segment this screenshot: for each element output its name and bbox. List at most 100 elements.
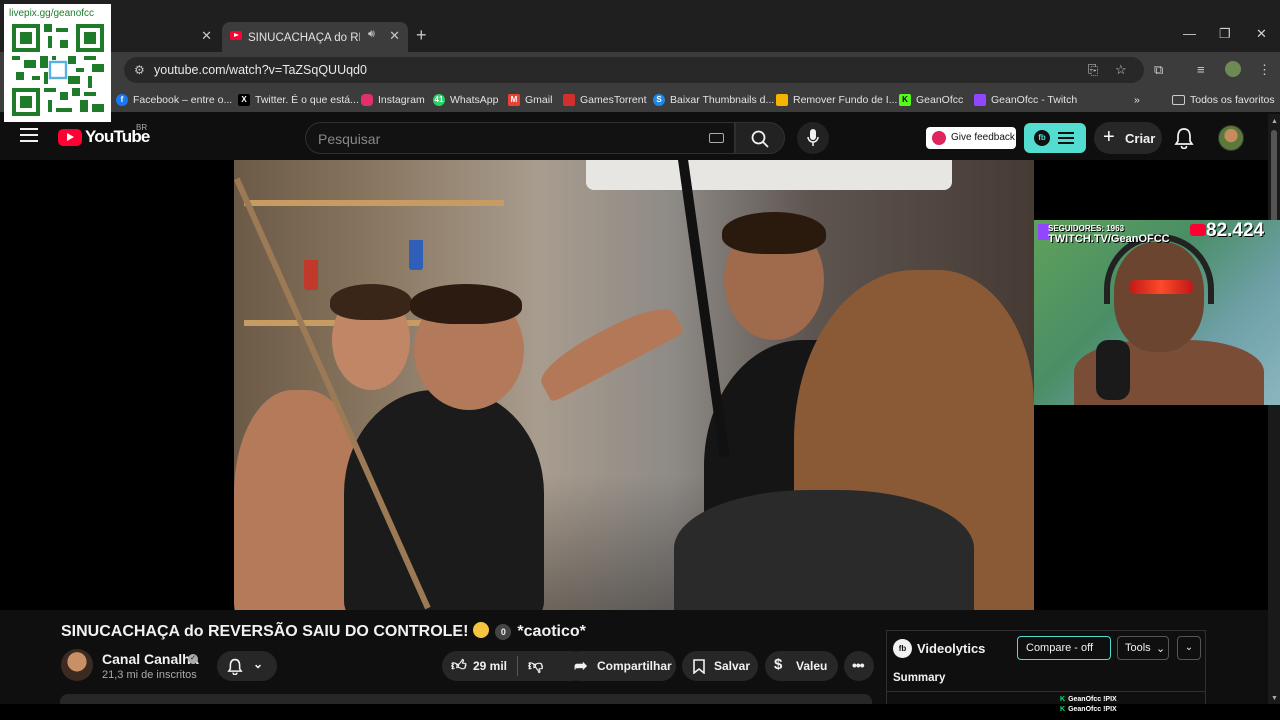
bookmark-twitter[interactable]: X Twitter. É o que está... [238, 92, 359, 108]
bookmark-instagram[interactable]: Instagram [361, 92, 425, 108]
minimize-button[interactable]: — [1183, 26, 1196, 41]
video-title-suffix: *caotico* [517, 623, 586, 640]
youtube-play-icon [58, 128, 82, 146]
compare-label: Compare - off [1026, 642, 1094, 654]
notification-settings-button[interactable]: ⌄ [217, 651, 277, 681]
bookmark-label: Instagram [378, 94, 425, 106]
country-code: BR [136, 123, 148, 132]
save-button[interactable]: Salvar [682, 651, 758, 681]
account-avatar[interactable] [1218, 125, 1244, 151]
url-text[interactable]: youtube.com/watch?v=TaZSqQUUqd0 [154, 63, 367, 77]
scroll-up-arrow-icon[interactable]: ▲ [1271, 118, 1278, 125]
bookmark-label: Twitter. É o que está... [255, 94, 359, 106]
close-tab-icon[interactable]: ✕ [389, 28, 400, 44]
instagram-icon [361, 94, 373, 106]
videolytics-toggle-button[interactable]: fb [1024, 123, 1086, 153]
tab-active[interactable]: SINUCACHAÇA do REVERSÃO SAIU DO CONTROLE… [222, 22, 408, 52]
site-info-icon[interactable]: ⚙ [134, 63, 145, 77]
chat-user: GeanOfcc [1068, 706, 1102, 713]
all-bookmarks-folder[interactable]: Todos os favoritos [1172, 92, 1275, 108]
video-player[interactable]: SEGUIDORES: 1963 TWITCH.TV/GeanOFCC 82.4… [0, 160, 1280, 610]
tab-background[interactable]: ✕ [110, 22, 218, 50]
bookmark-thumbnails[interactable]: S Baixar Thumbnails d... [653, 92, 774, 108]
tab-title: SINUCACHAÇA do REVERSÃO SAIU DO CONTROLE… [248, 32, 360, 44]
browser-toolbar: ⚙ youtube.com/watch?v=TaZSqQUUqd0 ⎘ ☆ ⧉ … [0, 52, 1280, 88]
bookmark-label: GamesTorrent [580, 94, 647, 106]
bookmark-whatsapp[interactable]: 41 WhatsApp [433, 92, 498, 108]
media-control-icon[interactable]: ≡ [1197, 62, 1205, 77]
create-label: Criar [1125, 131, 1156, 146]
plus-icon: + [1103, 126, 1115, 148]
channel-name[interactable]: Canal Canalha [102, 651, 198, 667]
scroll-down-arrow-icon[interactable]: ▼ [1271, 695, 1278, 702]
voice-search-button[interactable] [797, 122, 829, 154]
bookmark-label: Facebook – entre o... [133, 94, 233, 106]
shelf [244, 200, 504, 206]
hamburger-menu-icon[interactable] [20, 128, 38, 142]
channel-avatar[interactable] [61, 649, 93, 681]
videolytics-logo-icon: fb [1034, 130, 1050, 146]
notifications-bell-icon[interactable] [1174, 127, 1194, 149]
bookmark-removebg[interactable]: Remover Fundo de I... [776, 92, 897, 108]
like-count[interactable]: 29 mil [473, 659, 507, 673]
page-scrollbar[interactable]: ▲ ▼ [1268, 114, 1280, 704]
bookmark-label: Todos os favoritos [1190, 94, 1275, 106]
person-hair [330, 284, 412, 320]
address-bar[interactable]: ⚙ youtube.com/watch?v=TaZSqQUUqd0 ⎘ ☆ [124, 57, 1144, 83]
videolytics-logo-icon: fb [893, 639, 912, 658]
panel-collapse-button[interactable]: ⌄ [1177, 636, 1201, 660]
more-actions-button[interactable]: ••• [844, 651, 874, 681]
close-tab-icon[interactable]: ✕ [201, 28, 212, 44]
thumbs-up-icon[interactable]: 👍︎ [451, 657, 467, 675]
laughing-emoji-icon [473, 622, 490, 638]
description-box[interactable] [60, 694, 872, 704]
thanks-button[interactable]: $ Valeu [765, 651, 838, 681]
bookmark-label: Remover Fundo de I... [793, 94, 898, 106]
thanks-label: Valeu [796, 659, 828, 673]
whatsapp-icon: 41 [433, 94, 445, 106]
new-tab-button[interactable]: + [416, 25, 427, 46]
pix-qr-overlay: livepix.gg/geanofcc [4, 4, 111, 122]
more-menu-icon[interactable]: ⋮ [1258, 62, 1271, 78]
share-label: Compartilhar [597, 659, 672, 673]
bookmark-gamestorrent[interactable]: GamesTorrent [563, 92, 647, 108]
video-title: SINUCACHAÇA do REVERSÃO SAIU DO CONTROLE… [61, 622, 586, 641]
restore-button[interactable]: ❐ [1219, 26, 1231, 42]
search-icon [751, 130, 769, 148]
kick-icon: K [899, 94, 911, 106]
profile-avatar[interactable] [1225, 61, 1241, 77]
streamer-webcam-overlay: SEGUIDORES: 1963 TWITCH.TV/GeanOFCC 82.4… [1034, 220, 1280, 405]
thumbnails-icon: S [653, 94, 665, 106]
give-feedback-button[interactable]: Give feedback [926, 127, 1016, 149]
close-window-button[interactable]: ✕ [1256, 26, 1267, 42]
video-frame[interactable] [234, 160, 1034, 610]
search-input[interactable]: Pesquisar [305, 122, 735, 154]
compare-toggle-button[interactable]: Compare - off [1017, 636, 1111, 660]
bookmark-label: Baixar Thumbnails d... [670, 94, 775, 106]
bookmark-kick[interactable]: K GeanOfcc [899, 92, 963, 108]
qr-caption: livepix.gg/geanofcc [9, 8, 95, 19]
youtube-favicon-icon [230, 31, 242, 40]
install-app-icon[interactable]: ⎘ [1088, 62, 1098, 78]
videolytics-title: Videolytics [917, 641, 986, 656]
more-bookmarks-button[interactable]: » [1134, 92, 1140, 108]
bookmark-twitch[interactable]: GeanOfcc - Twitch [974, 92, 1077, 108]
bell-icon [227, 658, 243, 675]
bookmark-label: GeanOfcc - Twitch [991, 94, 1078, 106]
youtube-logo[interactable]: YouTube BR [58, 123, 150, 147]
tools-dropdown[interactable]: Tools ⌄ [1117, 636, 1169, 660]
kick-icon: K [1060, 696, 1066, 703]
keyboard-icon[interactable] [709, 133, 724, 143]
twitch-icon [974, 94, 986, 106]
search-button[interactable] [735, 122, 785, 154]
bookmark-gmail[interactable]: M Gmail [508, 92, 552, 108]
thumbs-down-icon[interactable]: 👎︎ [528, 657, 543, 675]
bookmark-facebook[interactable]: f Facebook – entre o... [116, 92, 232, 108]
chevron-down-icon: ⌄ [253, 657, 264, 671]
create-button[interactable]: + Criar [1094, 122, 1162, 154]
bookmark-star-icon[interactable]: ☆ [1115, 62, 1127, 78]
share-button[interactable]: ➦ Compartilhar [565, 651, 676, 681]
extensions-icon[interactable]: ⧉ [1154, 62, 1163, 78]
speaker-icon[interactable]: 🔊︎ [368, 28, 375, 41]
feedback-label: Give feedback [951, 132, 1015, 143]
